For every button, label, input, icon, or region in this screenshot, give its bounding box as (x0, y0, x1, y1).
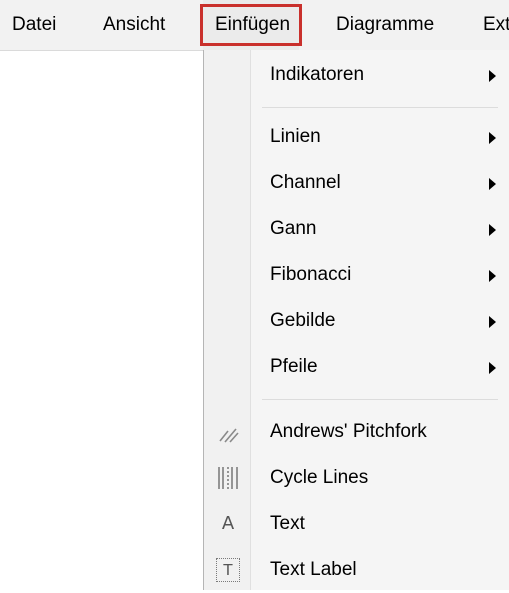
menu-item-label: Linien (270, 126, 321, 147)
menu-highlight-frame (200, 4, 302, 46)
menu-item-channel[interactable]: Channel (204, 160, 509, 206)
insert-dropdown-menu: Indikatoren Linien Channel Gann Fibonacc… (203, 50, 509, 590)
submenu-arrow-icon (489, 132, 496, 144)
menu-item-indikatoren[interactable]: Indikatoren (204, 52, 509, 98)
menu-separator (262, 399, 498, 400)
menu-item-label: Indikatoren (270, 64, 365, 85)
menu-item-text[interactable]: A Text (204, 501, 509, 547)
menu-item-text-label[interactable]: T Text Label (204, 547, 509, 593)
submenu-arrow-icon (489, 178, 496, 190)
menu-item-gebilde[interactable]: Gebilde (204, 298, 509, 344)
menu-item-label: Fibonacci (270, 264, 352, 285)
menu-separator (262, 107, 498, 108)
menu-item-label: Channel (270, 172, 341, 193)
menu-bar: Datei Ansicht Einfügen Diagramme Ext (0, 0, 509, 51)
menu-item-label: Gebilde (270, 310, 336, 331)
menu-item-andrews-pitchfork[interactable]: Andrews' Pitchfork (204, 409, 509, 455)
menu-item-label: Text (270, 513, 305, 534)
submenu-arrow-icon (489, 70, 496, 82)
menu-item-label: Cycle Lines (270, 467, 369, 488)
menu-item-fibonacci[interactable]: Fibonacci (204, 252, 509, 298)
submenu-arrow-icon (489, 362, 496, 374)
submenu-arrow-icon (489, 224, 496, 236)
menu-ext[interactable]: Ext (483, 0, 509, 50)
menu-item-cycle-lines[interactable]: Cycle Lines (204, 455, 509, 501)
menu-item-gann[interactable]: Gann (204, 206, 509, 252)
menu-item-label: Gann (270, 218, 317, 239)
menu-item-label: Pfeile (270, 356, 318, 377)
menu-item-label: Andrews' Pitchfork (270, 421, 427, 442)
pitchfork-icon (216, 420, 240, 444)
cycle-lines-icon (216, 466, 240, 490)
submenu-arrow-icon (489, 270, 496, 282)
submenu-arrow-icon (489, 316, 496, 328)
text-icon: A (221, 513, 235, 534)
menu-item-label: Text Label (270, 559, 357, 580)
menu-item-linien[interactable]: Linien (204, 114, 509, 160)
menu-item-pfeile[interactable]: Pfeile (204, 344, 509, 390)
menu-ansicht[interactable]: Ansicht (103, 0, 165, 50)
menu-datei[interactable]: Datei (12, 0, 56, 50)
menu-diagramme[interactable]: Diagramme (336, 0, 434, 50)
text-label-icon: T (216, 558, 240, 582)
